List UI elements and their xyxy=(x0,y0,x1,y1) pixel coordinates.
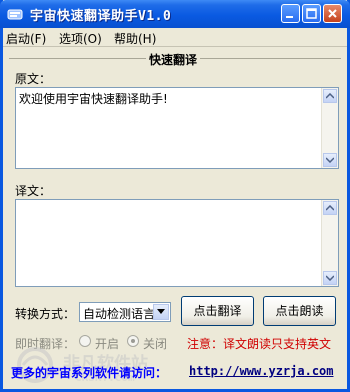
title-bar[interactable]: 宇宙快速翻译助手V1.0 xyxy=(0,0,350,28)
group-title: 快速翻译 xyxy=(146,51,201,68)
chevron-down-icon xyxy=(326,275,334,281)
website-link[interactable]: http://www.yzrja.com xyxy=(189,364,334,378)
menu-bar: 启动(F) 选项(O) 帮助(H) xyxy=(3,28,347,47)
target-label: 译文： xyxy=(15,184,52,198)
translate-button[interactable]: 点击翻译 xyxy=(181,296,254,326)
source-textarea[interactable]: 欢迎使用宇宙快速翻译助手! xyxy=(15,87,339,169)
mode-selected-value: 自动检测语言 xyxy=(83,307,156,321)
close-icon xyxy=(328,9,337,18)
target-textarea[interactable] xyxy=(15,199,339,287)
radio-selected-dot xyxy=(131,339,135,343)
source-scrollbar[interactable] xyxy=(321,88,338,168)
target-scrollbar[interactable] xyxy=(321,200,338,286)
menu-help[interactable]: 帮助(H) xyxy=(114,30,156,47)
scroll-down-button[interactable] xyxy=(323,153,337,167)
app-icon xyxy=(7,9,23,20)
scroll-up-button[interactable] xyxy=(323,89,337,103)
chevron-down-icon xyxy=(157,309,165,314)
source-text: 欢迎使用宇宙快速翻译助手! xyxy=(19,92,168,106)
minimize-icon xyxy=(286,16,293,18)
footer-text: 更多的宇宙系列软件请访问： xyxy=(11,366,168,380)
minimize-button[interactable] xyxy=(281,4,300,23)
dropdown-button[interactable] xyxy=(153,304,169,320)
scroll-down-button[interactable] xyxy=(323,271,337,285)
chevron-up-icon xyxy=(326,205,334,211)
note-text: 注意：译文朗读只支持英文 xyxy=(187,337,332,351)
chevron-up-icon xyxy=(326,93,334,99)
menu-start[interactable]: 启动(F) xyxy=(6,30,46,47)
close-button[interactable] xyxy=(323,4,342,23)
mode-label: 转换方式： xyxy=(15,307,76,321)
source-label: 原文： xyxy=(15,72,52,86)
maximize-icon xyxy=(306,8,317,19)
mode-select[interactable]: 自动检测语言 xyxy=(79,302,171,322)
maximize-button[interactable] xyxy=(302,4,321,23)
window-title: 宇宙快速翻译助手V1.0 xyxy=(30,9,172,24)
read-aloud-button[interactable]: 点击朗读 xyxy=(263,296,336,326)
scroll-up-button[interactable] xyxy=(323,201,337,215)
menu-options[interactable]: 选项(O) xyxy=(59,30,102,47)
app-window: 宇宙快速翻译助手V1.0 启动(F) 选项(O) 帮助(H) 快速翻译 原文： … xyxy=(0,0,350,392)
chevron-down-icon xyxy=(326,157,334,163)
